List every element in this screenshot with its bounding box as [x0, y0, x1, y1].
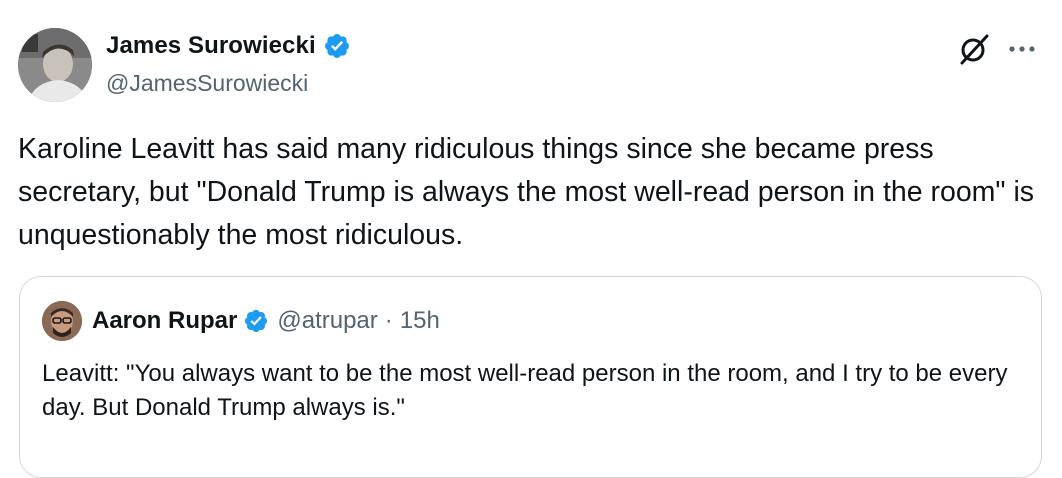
quoted-author-avatar[interactable]	[42, 301, 82, 341]
quoted-author-handle[interactable]: @atrupar	[277, 307, 377, 335]
grok-icon[interactable]	[957, 32, 991, 66]
verified-badge-icon[interactable]	[323, 32, 351, 60]
quoted-tweet-timestamp[interactable]: 15h	[400, 307, 440, 335]
author-avatar[interactable]	[18, 28, 92, 102]
tweet-text: Karoline Leavitt has said many ridiculou…	[18, 133, 1035, 251]
author-handle[interactable]: @JamesSurowiecki	[106, 70, 308, 97]
quoted-tweet-card[interactable]: Aaron Rupar @atrupar · 15h Leavitt: "You…	[19, 276, 1042, 478]
tweet: James Surowiecki @JamesSurowiecki Karoli…	[0, 0, 1062, 478]
more-icon[interactable]	[1004, 34, 1040, 64]
verified-badge-icon[interactable]	[243, 308, 269, 334]
author-name-row: James Surowiecki	[106, 32, 351, 60]
separator-dot: ·	[384, 307, 393, 334]
quoted-author-name[interactable]: Aaron Rupar	[92, 307, 237, 335]
quoted-tweet-text: Leavitt: "You always want to be the most…	[42, 360, 1008, 421]
author-name[interactable]: James Surowiecki	[106, 32, 316, 60]
quoted-tweet-header: Aaron Rupar @atrupar · 15h	[92, 307, 440, 335]
